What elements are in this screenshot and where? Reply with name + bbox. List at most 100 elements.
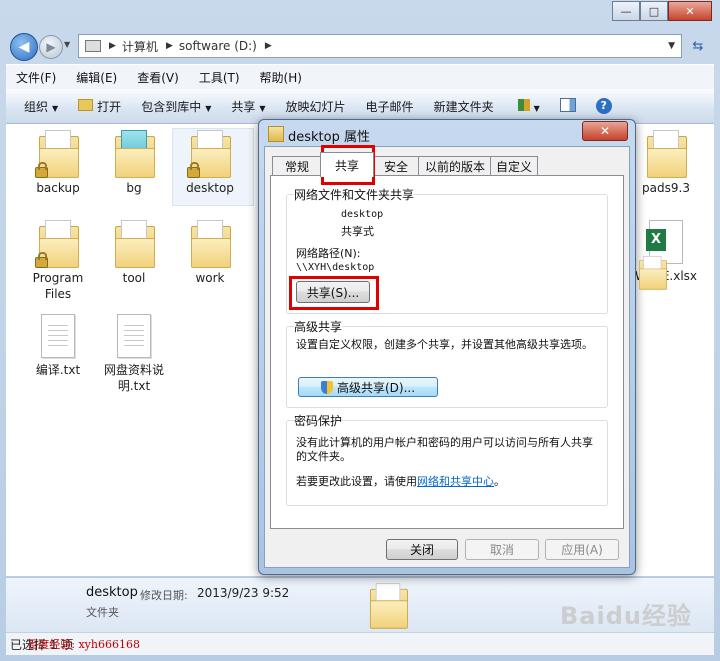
- chevron-right-icon[interactable]: ▶: [265, 41, 272, 51]
- computer-icon: [85, 40, 101, 52]
- breadcrumb-computer[interactable]: 计算机: [122, 38, 158, 55]
- file-item-bg[interactable]: bg: [98, 130, 170, 196]
- network-path-label: 网络路径(N):: [296, 247, 361, 260]
- address-dropdown[interactable]: ▼: [668, 41, 675, 51]
- dialog-close-action-button[interactable]: 关闭: [386, 539, 458, 560]
- view-icon: [517, 98, 530, 111]
- folder-icon: [115, 130, 155, 178]
- refresh-button[interactable]: ⇆: [688, 36, 708, 56]
- organize-label: 组织: [24, 99, 49, 114]
- file-name: backup: [36, 181, 80, 195]
- share-label: 共享: [231, 99, 256, 114]
- refresh-icon: ⇆: [692, 38, 704, 54]
- tab-general[interactable]: 常规: [272, 156, 322, 176]
- maximize-button[interactable]: □: [640, 1, 668, 21]
- dialog-cancel-button[interactable]: 取消: [465, 539, 539, 560]
- file-item-readme-txt[interactable]: 网盘资料说明.txt: [98, 314, 170, 394]
- tab-customize[interactable]: 自定义: [490, 156, 538, 176]
- file-item-pads[interactable]: pads9.3: [630, 130, 702, 196]
- organize-button[interactable]: 组织 ▼: [6, 98, 68, 115]
- preview-pane-button[interactable]: [550, 97, 586, 115]
- minimize-button[interactable]: —: [612, 1, 640, 21]
- advanced-sharing-description: 设置自定义权限，创建多个共享，并设置其他高级共享选项。: [296, 338, 593, 351]
- shared-folder-icon: [639, 256, 667, 290]
- chevron-down-icon: ▼: [259, 103, 266, 113]
- file-name: 编译.txt: [35, 363, 81, 377]
- locked-folder-icon: [187, 130, 231, 178]
- details-type: 文件夹: [86, 606, 119, 619]
- network-path-value: \\XYH\desktop: [296, 262, 375, 273]
- dialog-title: desktop 属性: [288, 130, 370, 145]
- file-item-program-files[interactable]: Program Files: [22, 220, 94, 302]
- password-protection-label: 密码保护: [294, 412, 343, 429]
- email-button[interactable]: 电子邮件: [356, 98, 424, 115]
- history-dropdown[interactable]: ▼: [64, 40, 70, 49]
- advanced-sharing-label: 高级共享: [294, 318, 343, 335]
- details-name: desktop: [86, 585, 138, 600]
- password-protection-change-text: 若要更改此设置，请使用网络和共享中心。: [296, 473, 505, 489]
- file-sharing-label: 网络文件和文件夹共享: [294, 186, 415, 203]
- status-bar: 已选择 1 项 百度经验: xyh666168: [6, 632, 714, 655]
- dialog-apply-button[interactable]: 应用(A): [545, 539, 619, 560]
- tab-sharing[interactable]: 共享: [320, 152, 374, 177]
- arrow-left-icon: ◀: [18, 39, 30, 55]
- include-in-library-button[interactable]: 包含到库中 ▼: [131, 98, 221, 115]
- folder-icon: [268, 126, 284, 142]
- menu-file[interactable]: 文件(F): [6, 69, 66, 86]
- include-label: 包含到库中: [141, 99, 202, 114]
- share-state: 共享式: [341, 225, 374, 238]
- menu-help[interactable]: 帮助(H): [250, 69, 312, 86]
- tab-security[interactable]: 安全: [372, 156, 420, 176]
- password-protection-description: 没有此计算机的用户帐户和密码的用户可以访问与所有人共享的文件夹。: [296, 436, 593, 463]
- file-item-desktop[interactable]: desktop: [174, 130, 246, 196]
- close-button[interactable]: ✕: [668, 1, 712, 21]
- window-controls: — □ ✕: [612, 1, 712, 21]
- open-icon: [78, 98, 94, 111]
- folder-icon: [191, 220, 231, 268]
- details-date: 2013/9/23 9:52: [197, 586, 290, 600]
- open-button[interactable]: 打开: [68, 98, 131, 115]
- file-item-tool[interactable]: tool: [98, 220, 170, 286]
- advanced-sharing-button[interactable]: 高级共享(D)...: [298, 377, 438, 397]
- file-name: 网盘资料说明.txt: [103, 363, 164, 393]
- folder-icon: [115, 220, 155, 268]
- file-item-backup[interactable]: backup: [22, 130, 94, 196]
- help-button[interactable]: ?: [586, 98, 622, 114]
- file-name: Program Files: [32, 271, 84, 301]
- chevron-down-icon: ▼: [533, 103, 540, 113]
- file-name: work: [195, 271, 225, 285]
- forward-button[interactable]: ▶: [39, 35, 63, 59]
- help-icon: ?: [595, 98, 612, 114]
- menu-bar: 文件(F) 编辑(E) 查看(V) 工具(T) 帮助(H): [6, 64, 714, 89]
- breadcrumb-drive[interactable]: software (D:): [179, 39, 257, 53]
- author-note: 百度经验: xyh666168: [27, 638, 140, 651]
- dialog-close-button[interactable]: ✕: [582, 121, 628, 141]
- menu-tools[interactable]: 工具(T): [189, 69, 250, 86]
- menu-view[interactable]: 查看(V): [127, 69, 189, 86]
- share-folder-name: desktop: [341, 209, 384, 220]
- file-item-work[interactable]: work: [174, 220, 246, 286]
- view-options-button[interactable]: ▼: [508, 98, 550, 114]
- file-name: desktop: [186, 181, 234, 195]
- back-button[interactable]: ◀: [10, 33, 38, 61]
- tab-previous-versions[interactable]: 以前的版本: [418, 156, 492, 176]
- file-name: tool: [122, 271, 146, 285]
- details-date-label: 修改日期:: [140, 589, 188, 602]
- new-folder-button[interactable]: 新建文件夹: [424, 98, 504, 115]
- network-sharing-center-link[interactable]: 网络和共享中心: [417, 475, 494, 488]
- chevron-down-icon: ▼: [205, 103, 212, 113]
- menu-edit[interactable]: 编辑(E): [66, 69, 127, 86]
- text-file-icon: [41, 314, 75, 358]
- uac-shield-icon: [320, 380, 333, 394]
- share-button[interactable]: 共享 ▼: [221, 98, 275, 115]
- address-bar[interactable]: ▶ 计算机 ▶ software (D:) ▶ ▼: [78, 34, 682, 58]
- slideshow-button[interactable]: 放映幻灯片: [276, 98, 356, 115]
- arrow-right-icon: ▶: [46, 40, 56, 54]
- baidu-watermark: Baidu经验: [560, 602, 692, 630]
- preview-pane-icon: [559, 97, 576, 112]
- chevron-right-icon[interactable]: ▶: [109, 41, 116, 51]
- file-item-compile-txt[interactable]: 编译.txt: [22, 314, 94, 378]
- text-file-icon: [117, 314, 151, 358]
- folder-icon: [369, 583, 408, 629]
- chevron-right-icon[interactable]: ▶: [166, 41, 173, 51]
